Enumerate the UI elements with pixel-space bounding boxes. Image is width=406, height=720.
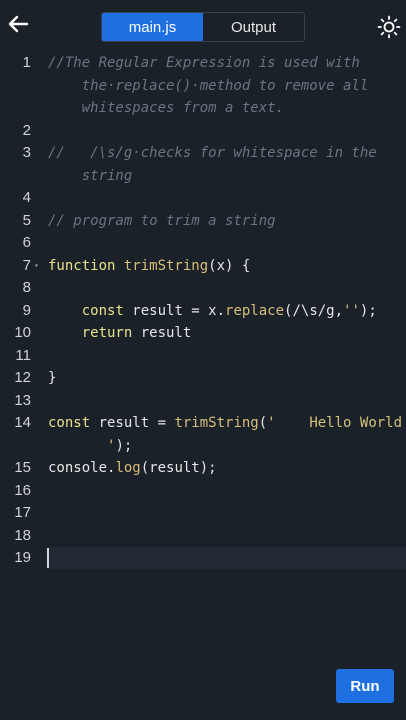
code-line[interactable]: 6 <box>0 232 406 254</box>
line-number: 7 <box>22 256 31 274</box>
line-number: 11 <box>15 346 31 364</box>
code-text: '); <box>48 435 132 458</box>
code-text: const result = x.replace(/\s/g,''); <box>48 300 377 323</box>
arrow-left-icon <box>8 15 29 33</box>
code-line[interactable]: 8 <box>0 277 406 299</box>
code-text: // /\s/g·checks for whitespace in the <box>48 142 377 165</box>
text-cursor <box>47 548 49 568</box>
code-editor[interactable]: 1 //The Regular Expression is used with t… <box>0 52 406 572</box>
code-line[interactable]: '); <box>0 435 406 457</box>
code-text: } <box>48 367 56 390</box>
line-number: 9 <box>22 301 31 319</box>
code-token: (result); <box>140 460 217 476</box>
code-token: ' <box>48 437 116 454</box>
code-token: // program to trim a string <box>48 212 276 229</box>
code-line[interactable]: 5 // program to trim a string <box>0 210 406 232</box>
back-button[interactable] <box>6 12 30 36</box>
code-line[interactable]: 11 <box>0 345 406 367</box>
line-number: 4 <box>22 189 31 206</box>
line-number: 5 <box>22 211 31 229</box>
code-line[interactable]: 1 //The Regular Expression is used with <box>0 52 406 74</box>
active-line-highlight <box>46 547 406 569</box>
code-text: the·replace()·method to remove all <box>48 75 369 98</box>
code-token: // /\s/g·checks for whitespace in the <box>48 145 377 161</box>
code-line[interactable]: 18 <box>0 525 406 547</box>
code-token: return <box>48 325 141 341</box>
code-token: whitespaces from a text. <box>48 100 285 116</box>
code-token: } <box>48 370 57 386</box>
code-token: trimString <box>123 257 209 274</box>
tab-main-js[interactable]: main.js <box>102 13 203 41</box>
code-line[interactable]: 16 <box>0 480 406 502</box>
code-token: string <box>48 167 133 184</box>
line-number: 13 <box>14 391 31 409</box>
code-line[interactable]: 14 const result = trimString(' Hello Worl… <box>0 412 406 434</box>
code-token: (x) { <box>208 257 251 274</box>
code-token: the·replace()·method to remove all <box>48 77 369 94</box>
code-token: result <box>140 325 192 341</box>
code-token: ' Hello World <box>267 415 403 431</box>
tab-output[interactable]: Output <box>203 13 304 41</box>
line-number: 14 <box>14 414 31 431</box>
code-text: console.log(result); <box>48 457 217 480</box>
code-line[interactable]: string <box>0 165 406 187</box>
code-token: const <box>48 302 133 319</box>
code-token: log <box>115 460 141 476</box>
line-number: 18 <box>14 526 31 544</box>
top-bar: main.js Output <box>0 0 406 52</box>
code-line[interactable]: 3 // /\s/g·checks for whitespace in the <box>0 142 406 164</box>
line-number: 6 <box>22 234 31 251</box>
code-line[interactable]: 7 ▾ function trimString(x) { <box>0 255 406 277</box>
line-number: 1 <box>22 54 31 71</box>
code-text: //The Regular Expression is used with <box>48 52 360 75</box>
code-line[interactable]: 9 const result = x.replace(/\s/g,''); <box>0 300 406 322</box>
code-token: function <box>48 257 124 274</box>
fold-arrow-icon[interactable]: ▾ <box>34 261 39 270</box>
code-token: result = <box>98 415 175 431</box>
code-line[interactable]: 17 <box>0 502 406 524</box>
code-token: '' <box>343 302 360 319</box>
line-number: 16 <box>14 481 31 499</box>
run-button[interactable]: Run <box>336 669 394 703</box>
code-token: //The Regular Expression is used with <box>48 55 360 71</box>
code-token: ( <box>258 415 268 431</box>
code-token: ); <box>115 437 133 454</box>
code-line[interactable]: the·replace()·method to remove all <box>0 75 406 97</box>
code-line[interactable]: 4 <box>0 187 406 209</box>
line-number: 10 <box>14 324 31 341</box>
code-line[interactable]: 10 return result <box>0 322 406 344</box>
line-number: 19 <box>14 549 31 566</box>
code-text: string <box>48 165 133 188</box>
line-number: 3 <box>22 144 31 161</box>
theme-toggle-button[interactable] <box>376 14 402 40</box>
code-token: const <box>48 415 99 431</box>
code-line[interactable]: 13 <box>0 390 406 412</box>
line-number: 17 <box>14 504 31 521</box>
code-line[interactable]: 2 <box>0 120 406 142</box>
line-number: 2 <box>22 121 31 139</box>
line-number: 8 <box>22 279 31 296</box>
code-token: ); <box>359 302 377 319</box>
code-text: const result = trimString(' Hello World <box>48 412 402 435</box>
code-line[interactable]: 15 console.log(result); <box>0 457 406 479</box>
code-token: trimString <box>174 415 259 431</box>
code-token: console. <box>48 460 116 476</box>
line-number: 15 <box>14 459 31 476</box>
code-line[interactable]: 19 <box>0 547 406 569</box>
code-line[interactable]: 12} <box>0 367 406 389</box>
code-line[interactable]: whitespaces from a text. <box>0 97 406 119</box>
code-token: (/\s/g, <box>284 302 344 319</box>
code-token: result = x. <box>132 302 226 319</box>
file-tabs: main.js Output <box>101 12 305 42</box>
code-text: whitespaces from a text. <box>48 97 284 120</box>
code-text: return result <box>48 322 192 345</box>
sun-icon <box>377 15 401 39</box>
line-number: 12 <box>14 369 31 386</box>
code-token: replace <box>225 302 285 319</box>
code-text: // program to trim a string <box>48 210 276 233</box>
code-text: function trimString(x) { <box>48 255 250 278</box>
